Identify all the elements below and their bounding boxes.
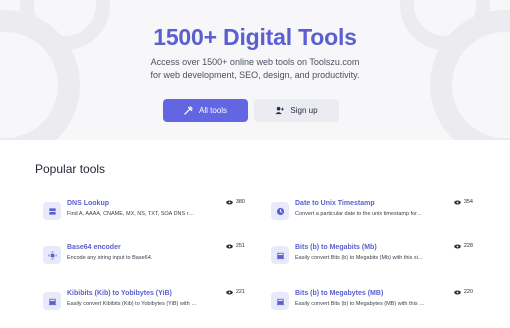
tool-card[interactable]: Kibibits (Kib) to Yobibytes (YiB) Easily… xyxy=(35,284,245,318)
page-title: 1500+ Digital Tools xyxy=(153,24,357,50)
tool-description: Convert a particular date to the unix ti… xyxy=(295,211,422,217)
tool-card[interactable]: Bits (b) to Megabits (Mb) Easily convert… xyxy=(263,238,473,272)
hero-subtitle-line-1: Access over 1500+ online web tools on To… xyxy=(150,57,360,67)
eye-icon xyxy=(453,243,461,249)
tool-description: Easily convert Bits (b) to Megabytes (MB… xyxy=(295,301,425,307)
clock-icon xyxy=(271,202,289,220)
view-count-value: 380 xyxy=(235,199,245,205)
view-count-value: 228 xyxy=(463,243,473,249)
encode-icon xyxy=(43,246,61,264)
tool-card[interactable]: Bits (b) to Megabytes (MB) Easily conver… xyxy=(263,284,473,318)
hero-section: 1500+ Digital Tools Access over 1500+ on… xyxy=(0,0,510,140)
view-count-value: 251 xyxy=(235,243,245,249)
tool-description: Easily convert Bits (b) to Megabits (Mb)… xyxy=(295,255,423,261)
view-count-value: 354 xyxy=(463,199,473,205)
view-count: 354 xyxy=(453,199,473,205)
tool-name: Base64 encoder xyxy=(67,244,121,251)
server-icon xyxy=(43,202,61,220)
view-count: 220 xyxy=(453,289,473,295)
section-title: Popular tools xyxy=(35,162,106,176)
tool-description: Encode any string input to Base64. xyxy=(67,255,153,261)
view-count: 221 xyxy=(225,289,245,295)
tool-name: DNS Lookup xyxy=(67,200,109,207)
tool-card[interactable]: DNS Lookup Find A, AAAA, CNAME, MX, NS, … xyxy=(35,194,245,228)
tool-description: Easily convert Kibibits (Kib) to Yobibyt… xyxy=(67,301,197,307)
eye-icon xyxy=(225,289,233,295)
all-tools-button[interactable]: All tools xyxy=(163,99,248,122)
view-count: 251 xyxy=(225,243,245,249)
tool-card[interactable]: Base64 encoder Encode any string input t… xyxy=(35,238,245,272)
view-count: 380 xyxy=(225,199,245,205)
view-count: 228 xyxy=(453,243,473,249)
eye-icon xyxy=(225,199,233,205)
all-tools-label: All tools xyxy=(198,106,227,115)
view-count-value: 220 xyxy=(463,289,473,295)
eye-icon xyxy=(225,243,233,249)
calculator-icon xyxy=(271,246,289,264)
view-count-value: 221 xyxy=(235,289,245,295)
tool-name: Date to Unix Timestamp xyxy=(295,200,375,207)
sign-up-button[interactable]: Sign up xyxy=(254,99,339,122)
tools-icon xyxy=(184,106,193,115)
tool-card[interactable]: Date to Unix Timestamp Convert a particu… xyxy=(263,194,473,228)
user-plus-icon xyxy=(275,106,285,115)
tool-description: Find A, AAAA, CNAME, MX, NS, TXT, SOA DN… xyxy=(67,211,197,217)
tool-name: Kibibits (Kib) to Yobibytes (YiB) xyxy=(67,290,172,297)
calculator-icon xyxy=(271,292,289,310)
sign-up-label: Sign up xyxy=(290,106,318,115)
eye-icon xyxy=(453,199,461,205)
calculator-icon xyxy=(43,292,61,310)
tool-name: Bits (b) to Megabytes (MB) xyxy=(295,290,384,297)
eye-icon xyxy=(453,289,461,295)
tool-name: Bits (b) to Megabits (Mb) xyxy=(295,244,377,251)
hero-subtitle: Access over 1500+ online web tools on To… xyxy=(0,56,510,82)
hero-subtitle-line-2: for web development, SEO, design, and pr… xyxy=(150,70,360,80)
